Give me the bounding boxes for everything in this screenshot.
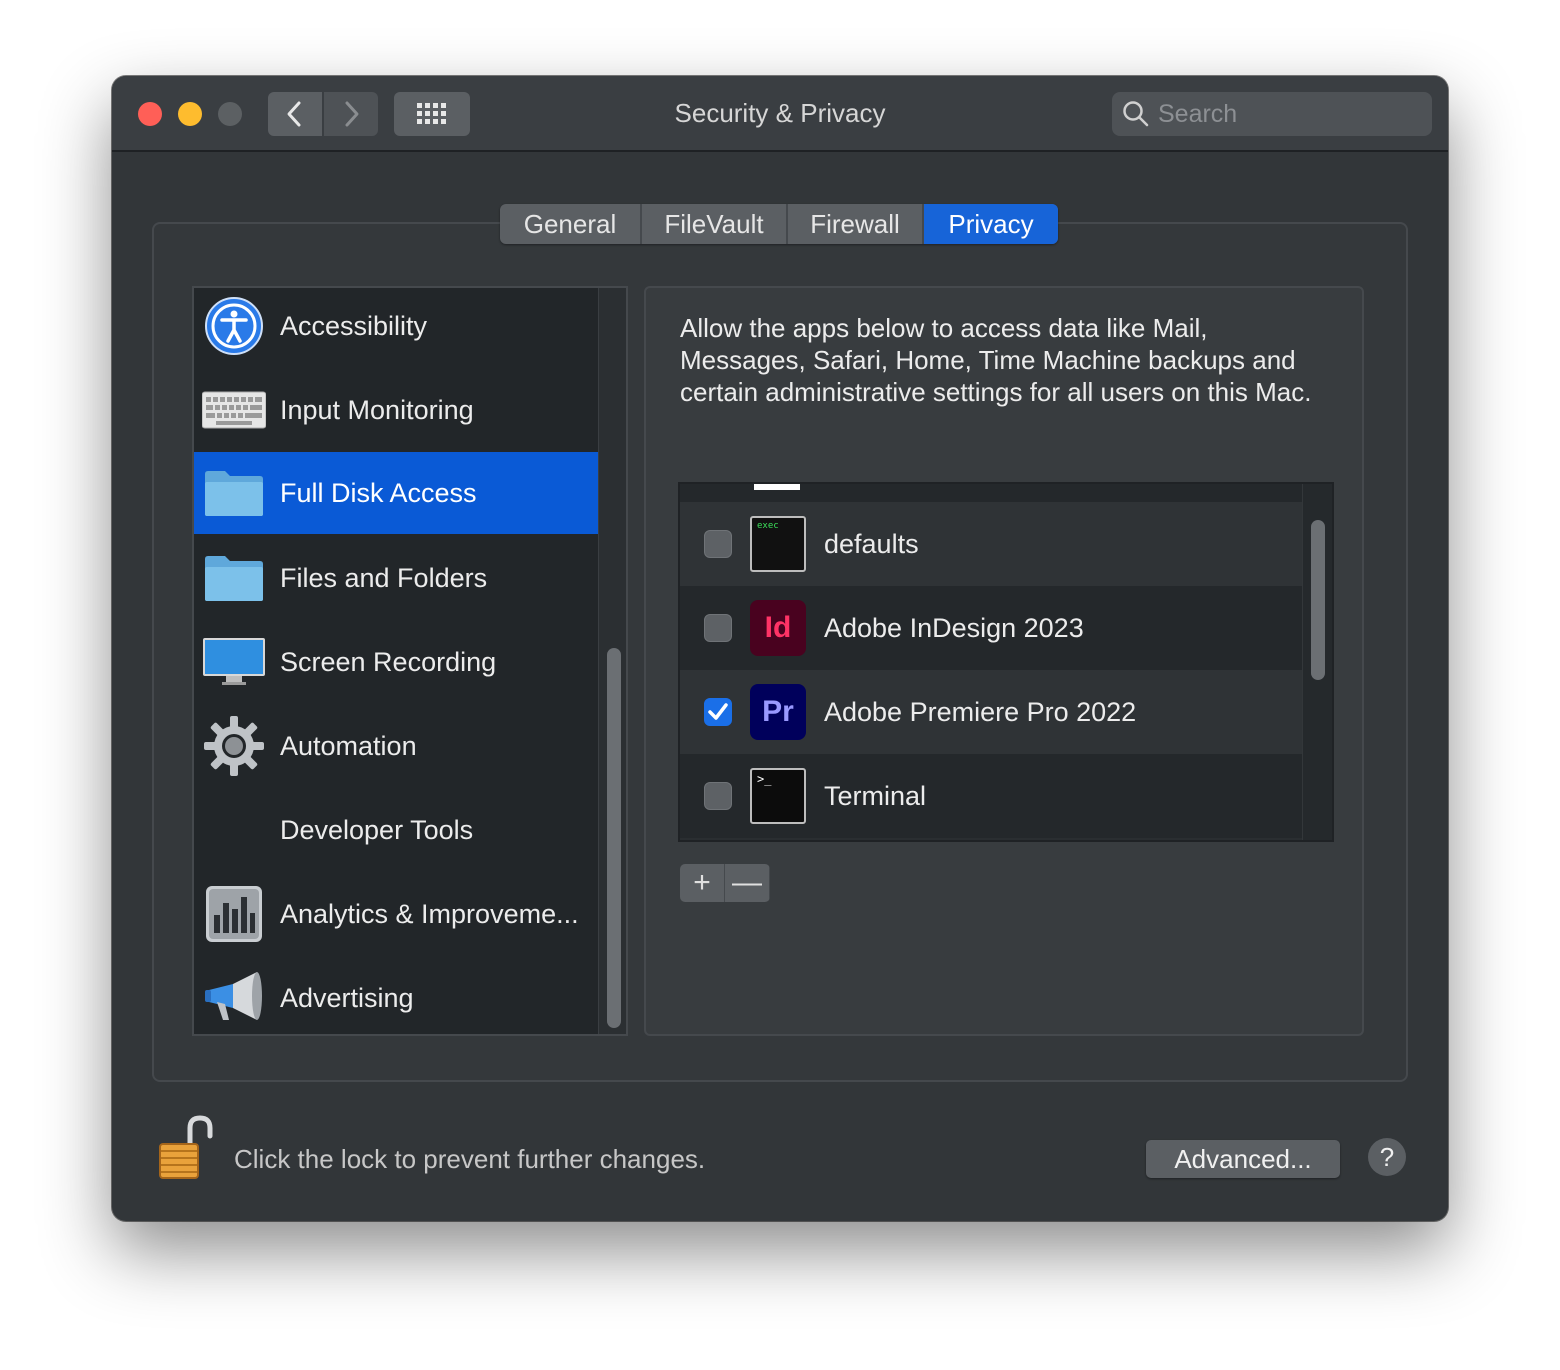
app-checkbox-defaults[interactable] — [704, 530, 732, 558]
tab-filevault[interactable]: FileVault — [642, 204, 788, 244]
full-disk-access-pane: Allow the apps below to access data like… — [644, 286, 1364, 1036]
search-field[interactable] — [1112, 92, 1432, 136]
app-name: Adobe Premiere Pro 2022 — [824, 696, 1137, 727]
sidebar-item-input-monitoring[interactable]: Input Monitoring — [194, 368, 598, 452]
tab-firewall[interactable]: Firewall — [788, 204, 924, 244]
remove-app-button[interactable]: — — [725, 864, 770, 902]
app-name: Adobe InDesign 2023 — [824, 612, 1084, 643]
folder-icon — [202, 461, 266, 525]
app-checkbox-premiere[interactable] — [704, 698, 732, 726]
advanced-button[interactable]: Advanced... — [1146, 1140, 1340, 1178]
sidebar-scroll-thumb[interactable] — [607, 648, 621, 1028]
app-name: Terminal — [824, 780, 927, 811]
unlocked-padlock-icon — [159, 1115, 213, 1179]
tab-privacy[interactable]: Privacy — [924, 204, 1058, 244]
pane-description: Allow the apps below to access data like… — [680, 313, 1312, 407]
indesign-icon: Id — [750, 600, 806, 656]
sidebar-item-label: Advertising — [280, 982, 414, 1013]
sidebar-item-files-and-folders[interactable]: Files and Folders — [194, 536, 598, 620]
privacy-category-list: Accessibility Input Monitoring Full Disk… — [192, 286, 628, 1036]
sidebar-item-label: Developer Tools — [280, 814, 474, 845]
display-icon — [202, 630, 266, 694]
sidebar-item-accessibility[interactable]: Accessibility — [194, 288, 598, 368]
title-bar: Security & Privacy — [112, 76, 1448, 152]
terminal-icon-text: >_ — [757, 772, 772, 786]
premiere-icon-text: Pr — [762, 695, 794, 728]
indesign-icon-text: Id — [764, 611, 792, 644]
add-remove-control: + — — [680, 864, 770, 902]
sidebar-item-label: Files and Folders — [280, 562, 488, 593]
megaphone-icon — [202, 966, 266, 1030]
add-app-button[interactable]: + — [680, 864, 725, 902]
app-row-indesign[interactable]: Id Adobe InDesign 2023 — [680, 586, 1302, 670]
sidebar-item-full-disk-access[interactable]: Full Disk Access — [194, 452, 598, 534]
sidebar-item-label: Input Monitoring — [280, 394, 474, 425]
app-list: exec defaults Id Adobe InDesign 2023 Pr … — [678, 482, 1334, 842]
app-row-defaults[interactable]: exec defaults — [680, 502, 1302, 586]
app-list-scroll-thumb[interactable] — [1311, 520, 1325, 680]
sidebar-item-screen-recording[interactable]: Screen Recording — [194, 620, 598, 704]
app-checkbox-terminal[interactable] — [704, 782, 732, 810]
folder-icon — [202, 546, 266, 610]
terminal-icon: >_ — [750, 768, 806, 824]
exec-icon-text: exec — [757, 521, 779, 531]
security-privacy-window: Security & Privacy General FileVault Fir… — [112, 76, 1448, 1221]
sidebar-item-advertising[interactable]: Advertising — [194, 956, 598, 1034]
search-icon — [1123, 101, 1149, 127]
app-list-scrollbar[interactable] — [1302, 484, 1332, 840]
keyboard-icon — [202, 378, 266, 442]
sidebar-item-label: Full Disk Access — [280, 477, 477, 508]
lock-button[interactable] — [152, 1114, 218, 1184]
lock-status-text: Click the lock to prevent further change… — [234, 1144, 706, 1174]
search-input[interactable] — [1158, 99, 1418, 129]
gear-icon — [202, 714, 266, 778]
sidebar-item-developer-tools[interactable]: Developer Tools — [194, 788, 598, 872]
sidebar-item-label: Screen Recording — [280, 646, 497, 677]
app-row-terminal[interactable]: >_ Terminal — [680, 754, 1302, 838]
tab-bar: General FileVault Firewall Privacy — [500, 204, 1058, 244]
exec-icon: exec — [750, 516, 806, 572]
app-row-premiere[interactable]: Pr Adobe Premiere Pro 2022 — [680, 670, 1302, 754]
list-row-partial — [680, 484, 1302, 502]
app-name: defaults — [824, 528, 919, 559]
sidebar-scrollbar[interactable] — [598, 288, 626, 1034]
sidebar-item-automation[interactable]: Automation — [194, 704, 598, 788]
sidebar-item-label: Analytics & Improveme... — [280, 898, 579, 929]
app-checkbox-indesign[interactable] — [704, 614, 732, 642]
sidebar-item-label: Automation — [280, 730, 417, 761]
help-button[interactable]: ? — [1368, 1138, 1406, 1176]
partial-app-icon — [754, 484, 800, 490]
premiere-icon: Pr — [750, 684, 806, 740]
analytics-icon — [202, 882, 266, 946]
sidebar-item-analytics[interactable]: Analytics & Improveme... — [194, 872, 598, 956]
sidebar-item-label: Accessibility — [280, 310, 428, 341]
tab-general[interactable]: General — [500, 204, 642, 244]
checkmark-icon — [708, 703, 728, 720]
accessibility-icon — [202, 294, 266, 358]
